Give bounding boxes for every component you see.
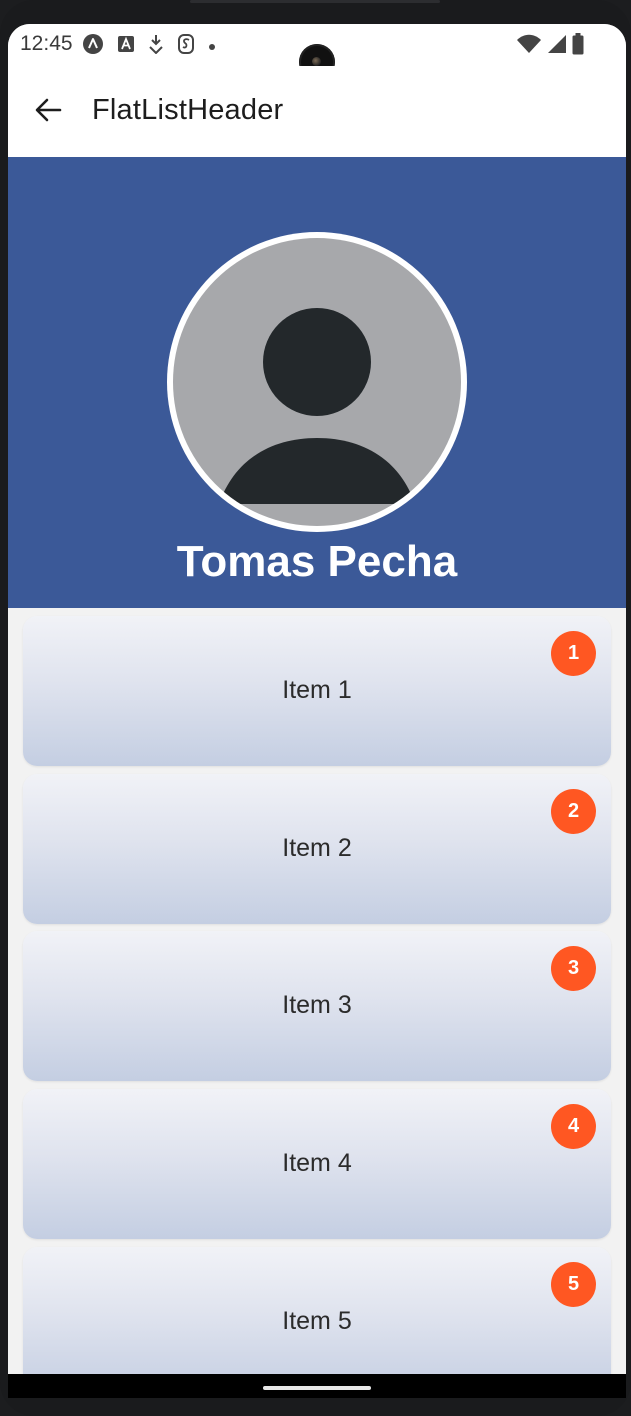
back-button[interactable] <box>28 92 68 132</box>
device-frame: 12:45 FlatListHeader Tomas Pecha Item 1 … <box>0 0 631 1416</box>
download-notification-icon <box>148 34 164 59</box>
count-badge: 3 <box>551 946 596 991</box>
person-placeholder-icon <box>173 238 461 526</box>
avatar <box>167 232 467 532</box>
home-indicator[interactable] <box>263 1386 371 1390</box>
list-item-label: Item 1 <box>282 676 352 704</box>
count-badge: 5 <box>551 1262 596 1307</box>
wifi-icon <box>516 34 542 59</box>
list-item-label: Item 2 <box>282 834 352 862</box>
app-bar-title: FlatListHeader <box>92 94 284 126</box>
cell-signal-icon <box>547 34 567 59</box>
list-item[interactable]: Item 1 1 <box>23 616 611 766</box>
app-bar: FlatListHeader <box>8 66 626 157</box>
profile-name: Tomas Pecha <box>176 537 458 586</box>
system-status-icons <box>516 33 584 60</box>
count-badge: 1 <box>551 631 596 676</box>
profile-header: Tomas Pecha <box>8 157 626 608</box>
battery-icon <box>572 33 584 60</box>
list-item[interactable]: Item 2 2 <box>23 774 611 924</box>
count-badge: 2 <box>551 789 596 834</box>
a-notification-icon <box>82 33 104 60</box>
list-item[interactable]: Item 3 3 <box>23 931 611 1081</box>
a-box-notification-icon <box>117 35 135 58</box>
list-item[interactable]: Item 4 4 <box>23 1089 611 1239</box>
list-item-label: Item 5 <box>282 1307 352 1335</box>
phone-screen: 12:45 FlatListHeader Tomas Pecha Item 1 … <box>8 24 626 1398</box>
list-item-label: Item 3 <box>282 991 352 1019</box>
top-bezel-line <box>190 0 440 3</box>
arrow-left-icon <box>34 96 62 129</box>
count-badge: 4 <box>551 1104 596 1149</box>
notification-icons <box>82 33 216 60</box>
s-notification-icon <box>177 34 195 59</box>
list-item-label: Item 4 <box>282 1149 352 1177</box>
dot-notification-icon <box>208 38 216 56</box>
status-time: 12:45 <box>20 32 73 55</box>
gesture-nav-bar <box>8 1374 626 1398</box>
